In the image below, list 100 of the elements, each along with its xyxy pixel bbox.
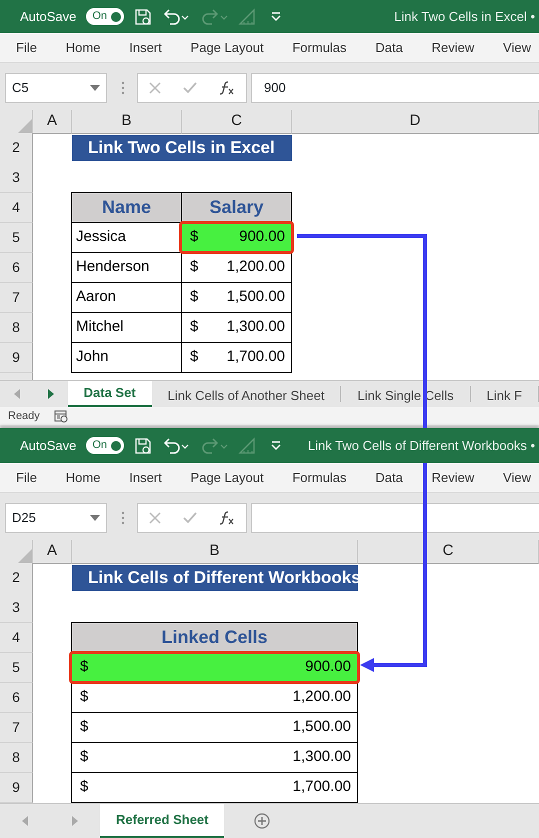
scroll-right-icon[interactable] (48, 389, 54, 399)
row-header[interactable]: 5 (0, 223, 33, 253)
column-header[interactable]: B (72, 110, 182, 134)
dropdown-icon[interactable] (90, 85, 100, 91)
ribbon-tab[interactable]: Home (66, 38, 100, 58)
dropdown-icon[interactable] (90, 515, 100, 521)
row-header[interactable]: 8 (0, 743, 33, 773)
name-box[interactable]: C5 (5, 73, 107, 103)
row-header[interactable]: 7 (0, 713, 33, 743)
ribbon-tab[interactable]: Home (66, 468, 100, 488)
row-header[interactable]: 9 (0, 773, 33, 803)
enter-icon[interactable] (183, 512, 197, 524)
table-cell[interactable]: $ 900.00 (179, 221, 294, 254)
ribbon-tab[interactable]: Formulas (292, 468, 347, 488)
sheet-tab[interactable]: Referred Sheet (100, 804, 224, 838)
cancel-icon[interactable] (149, 82, 161, 94)
function-icon[interactable] (219, 511, 235, 525)
table-cell: John (71, 342, 182, 373)
cancel-icon[interactable] (149, 512, 161, 524)
scroll-left-icon[interactable] (14, 389, 20, 399)
table-header-cell: Salary (181, 192, 292, 223)
row-header[interactable]: 8 (0, 313, 33, 343)
formula-bar[interactable]: 900 (251, 73, 539, 103)
row-header[interactable]: 7 (0, 283, 33, 313)
ribbon-tab[interactable]: Page Layout (190, 38, 264, 58)
autosave-toggle[interactable]: On (86, 437, 124, 454)
ruler-icon[interactable] (238, 8, 256, 26)
column-header[interactable]: B (72, 540, 358, 564)
undo-icon[interactable] (162, 436, 190, 454)
table-cell[interactable]: $ 1,300.00 (71, 742, 358, 773)
amount: 1,200.00 (226, 257, 285, 278)
formula-bar[interactable] (251, 503, 539, 533)
title-banner: Link Cells of Different Workbooks (72, 565, 358, 590)
table-cell[interactable]: $ 900.00 (69, 651, 360, 684)
redo-icon[interactable] (200, 436, 228, 454)
column-header[interactable]: D (292, 110, 539, 134)
amount: 1,300.00 (292, 747, 351, 768)
autosave-toggle[interactable]: On (86, 8, 124, 25)
ribbon-tab[interactable]: Data (375, 38, 403, 58)
ribbon-tab[interactable]: Insert (129, 38, 162, 58)
ribbon-tab[interactable]: File (16, 38, 37, 58)
amount: 1,500.00 (292, 717, 351, 738)
ribbon-tab[interactable]: Review (432, 38, 474, 58)
scroll-left-icon[interactable] (22, 816, 28, 826)
currency-symbol: $ (190, 317, 198, 338)
table-cell[interactable]: $ 1,700.00 (71, 772, 358, 803)
currency-symbol: $ (80, 717, 88, 738)
column-header[interactable]: C (182, 110, 292, 134)
amount: 1,300.00 (226, 317, 285, 338)
row-header[interactable]: 2 (0, 133, 33, 164)
table-cell[interactable]: $ 1,700.00 (181, 342, 292, 373)
currency-symbol: $ (80, 657, 88, 678)
currency-symbol: $ (190, 347, 198, 368)
row-header[interactable]: 6 (0, 253, 33, 283)
window-title: Link Two Cells of Different Workbooks • (308, 436, 536, 455)
ribbon-tab[interactable]: View (503, 38, 531, 58)
save-icon[interactable] (134, 8, 152, 26)
title-banner: Link Two Cells in Excel (72, 135, 292, 160)
ribbon-tab[interactable]: Data (375, 468, 403, 488)
enter-icon[interactable] (183, 82, 197, 94)
function-icon[interactable] (219, 81, 235, 95)
row-header[interactable]: 4 (0, 193, 33, 223)
table-cell[interactable]: $ 1,200.00 (71, 682, 358, 713)
column-header[interactable]: C (358, 540, 539, 564)
name-box[interactable]: D25 (5, 503, 107, 533)
column-header[interactable]: A (33, 540, 72, 564)
currency-symbol: $ (190, 227, 198, 248)
grip-icon (121, 511, 125, 525)
row-header[interactable]: 2 (0, 563, 33, 594)
ribbon-tab[interactable]: View (503, 468, 531, 488)
redo-icon[interactable] (200, 8, 228, 26)
ribbon-tab[interactable]: Insert (129, 468, 162, 488)
row-header[interactable]: 9 (0, 343, 33, 373)
ruler-icon[interactable] (238, 436, 256, 454)
add-sheet-icon[interactable] (254, 813, 270, 829)
column-header[interactable]: A (33, 110, 72, 134)
ribbon-tab[interactable]: Review (432, 468, 474, 488)
amount: 900.00 (305, 657, 351, 678)
ribbon-tab[interactable]: Formulas (292, 38, 347, 58)
row-header[interactable]: 5 (0, 653, 33, 683)
sheet-tab[interactable]: Link Cells of Another Sheet (152, 386, 342, 402)
amount: 1,500.00 (226, 287, 285, 308)
amount: 900.00 (239, 227, 285, 248)
grip-icon (121, 81, 125, 95)
row-header[interactable]: 3 (0, 593, 33, 623)
row-header[interactable]: 3 (0, 163, 33, 193)
row-header[interactable]: 4 (0, 623, 33, 653)
currency-symbol: $ (80, 777, 88, 798)
window-title: Link Two Cells in Excel • (394, 8, 536, 26)
save-icon[interactable] (134, 436, 152, 454)
undo-icon[interactable] (162, 8, 190, 26)
currency-symbol: $ (190, 257, 198, 278)
row-header[interactable]: 6 (0, 683, 33, 713)
autosave-label: AutoSave (20, 436, 76, 455)
sheet-tab[interactable]: Link F (470, 386, 539, 402)
table-cell[interactable]: $ 1,500.00 (71, 712, 358, 743)
amount: 1,200.00 (292, 687, 351, 708)
ribbon-tab[interactable]: File (16, 468, 37, 488)
sheet-tab[interactable]: Data Set (68, 381, 152, 407)
ribbon-tab[interactable]: Page Layout (190, 468, 264, 488)
